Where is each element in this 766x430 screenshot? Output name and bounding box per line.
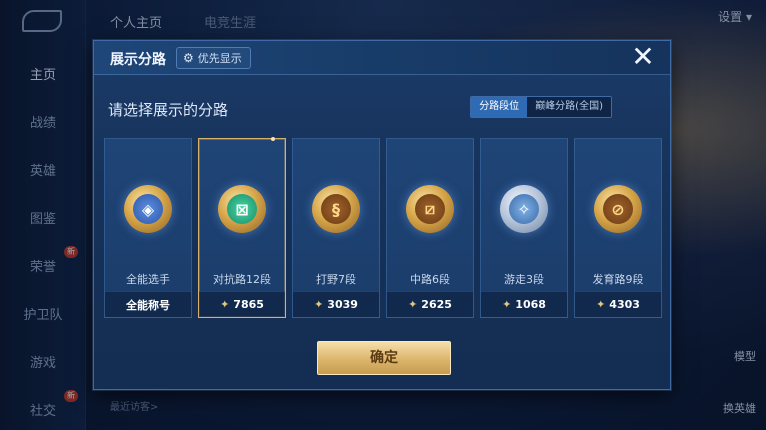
lane-card-jungle[interactable]: § 打野7段 ✦ 3039 bbox=[292, 138, 380, 318]
gear-icon: ⚙ bbox=[183, 51, 194, 65]
farm-lane-emblem-icon: ⊘ bbox=[594, 185, 642, 233]
points-icon: ✦ bbox=[596, 298, 606, 311]
lane-card-footer: 全能称号 bbox=[105, 291, 191, 317]
lane-card-all-round[interactable]: ◈ 全能选手 全能称号 bbox=[104, 138, 192, 318]
lane-card-farm-lane[interactable]: ⊘ 发育路9段 ✦ 4303 bbox=[574, 138, 662, 318]
lane-type-toggle: 分路段位 巅峰分路(全国) bbox=[470, 96, 612, 118]
clash-lane-emblem-icon: ⊠ bbox=[218, 185, 266, 233]
priority-display-button[interactable]: ⚙ 优先显示 bbox=[176, 47, 251, 69]
lane-card-roam[interactable]: ✧ 游走3段 ✦ 1068 bbox=[480, 138, 568, 318]
display-lane-dialog: 展示分路 ⚙ 优先显示 ✕ 请选择展示的分路 分路段位 巅峰分路(全国) ◈ 全… bbox=[93, 40, 671, 390]
dialog-subtitle: 请选择展示的分路 bbox=[108, 101, 229, 119]
lane-card-mid[interactable]: ⧄ 中路6段 ✦ 2625 bbox=[386, 138, 474, 318]
lane-card-footer: ✦ 4303 bbox=[575, 291, 661, 317]
dialog-header: 展示分路 ⚙ 优先显示 ✕ bbox=[94, 41, 670, 75]
tab-peak-lane[interactable]: 巅峰分路(全国) bbox=[527, 97, 611, 117]
lane-card-name: 游走3段 bbox=[504, 273, 544, 286]
lane-card-name: 对抗路12段 bbox=[213, 273, 271, 286]
dialog-title: 展示分路 bbox=[110, 52, 166, 68]
lane-card-name: 打野7段 bbox=[316, 273, 356, 286]
roam-emblem-icon: ✧ bbox=[500, 185, 548, 233]
close-icon: ✕ bbox=[631, 40, 655, 73]
lane-card-name: 发育路9段 bbox=[592, 273, 644, 286]
close-button[interactable]: ✕ bbox=[628, 43, 658, 73]
priority-display-label: 优先显示 bbox=[197, 52, 242, 65]
jungle-emblem-icon: § bbox=[312, 185, 360, 233]
lane-card-footer: ✦ 7865 bbox=[199, 291, 285, 317]
lane-card-footer: ✦ 3039 bbox=[293, 291, 379, 317]
lane-card-clash-lane[interactable]: ⊠ 对抗路12段 ✦ 7865 bbox=[198, 137, 286, 318]
tab-lane-rank[interactable]: 分路段位 bbox=[471, 97, 528, 117]
confirm-button[interactable]: 确定 bbox=[317, 341, 451, 375]
mid-lane-emblem-icon: ⧄ bbox=[406, 185, 454, 233]
points-icon: ✦ bbox=[502, 298, 512, 311]
lane-card-name: 中路6段 bbox=[410, 273, 450, 286]
lane-card-footer: ✦ 2625 bbox=[387, 291, 473, 317]
lane-card-footer: ✦ 1068 bbox=[481, 291, 567, 317]
all-round-emblem-icon: ◈ bbox=[124, 185, 172, 233]
points-icon: ✦ bbox=[314, 298, 324, 311]
points-icon: ✦ bbox=[408, 298, 418, 311]
lane-card-name: 全能选手 bbox=[126, 273, 170, 286]
points-icon: ✦ bbox=[220, 298, 230, 311]
lane-cards: ◈ 全能选手 全能称号 ⊠ 对抗路12段 ✦ 7865 § 打野7段 ✦ 3039 … bbox=[104, 137, 662, 318]
